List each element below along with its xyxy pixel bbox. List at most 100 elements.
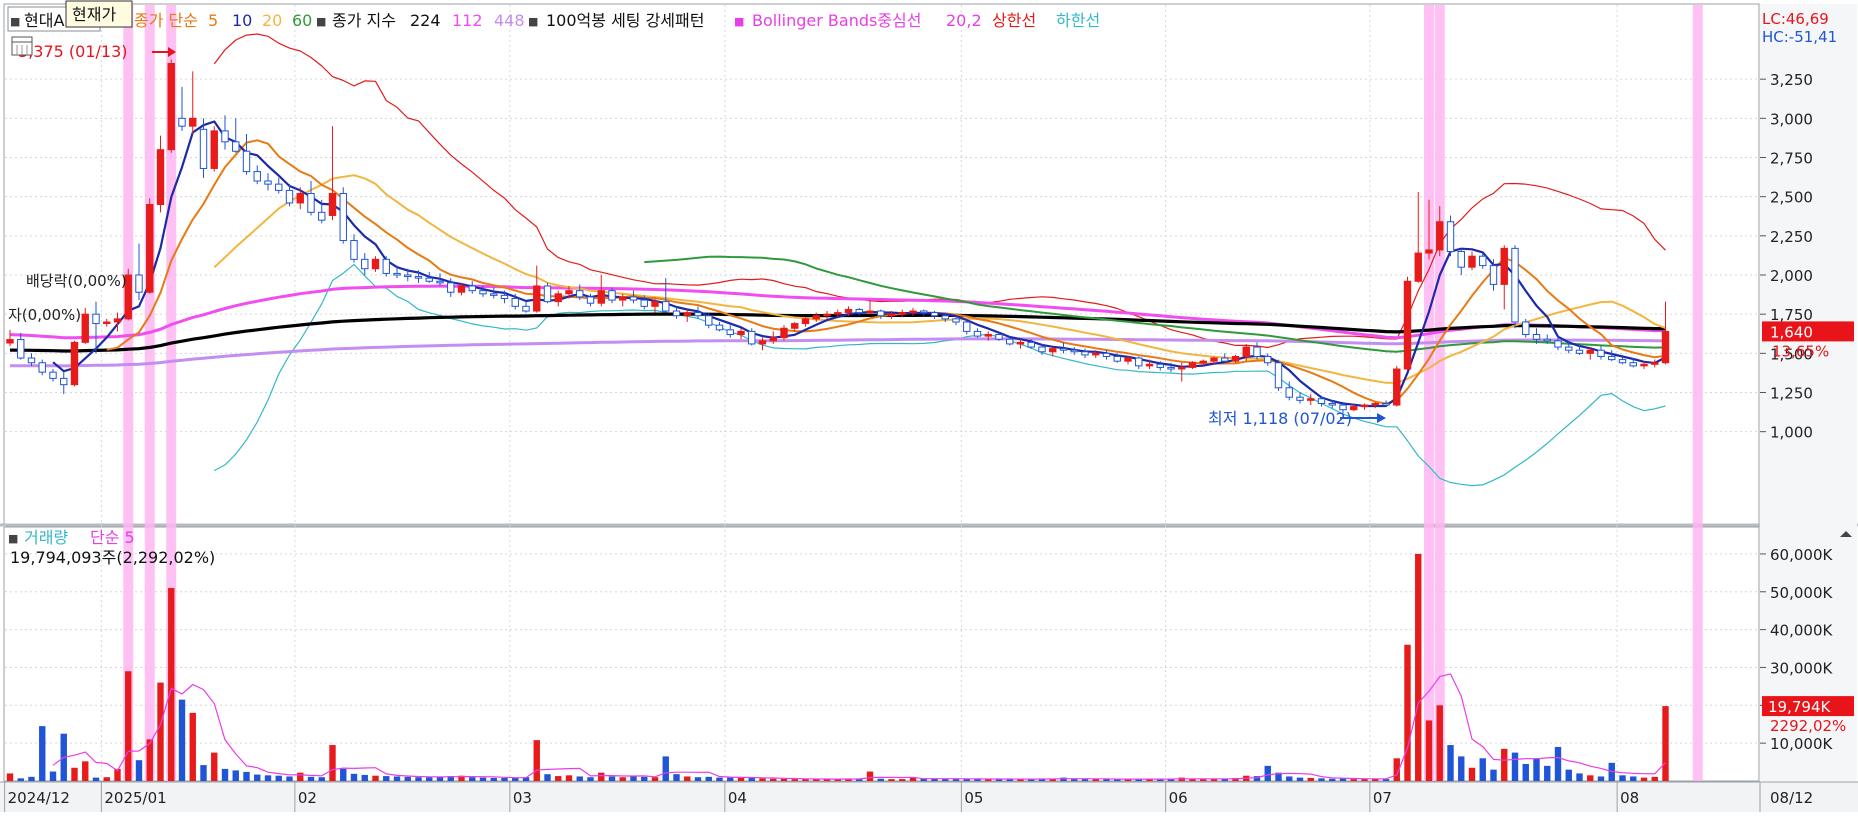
candle-body bbox=[651, 301, 659, 307]
current-volume-tag: 19,794K 2292,02% bbox=[1762, 696, 1854, 735]
volume-bar bbox=[82, 761, 89, 781]
candle-body bbox=[1178, 366, 1186, 370]
volume-bar bbox=[103, 777, 110, 781]
volume-bar bbox=[307, 776, 315, 781]
stock-chart[interactable]: 3,2503,0002,7502,5002,2502,0001,7501,500… bbox=[0, 0, 1858, 812]
candle-body bbox=[500, 294, 509, 300]
volume-tick-label: 60,000K bbox=[1770, 546, 1833, 564]
volume-bar bbox=[565, 775, 573, 781]
tooltip-text: 현재가 bbox=[72, 5, 116, 24]
volume-bar bbox=[1447, 745, 1454, 781]
candle-body bbox=[436, 280, 444, 284]
candle-body bbox=[1285, 387, 1293, 398]
candle-body bbox=[1446, 221, 1455, 253]
volume-bar bbox=[780, 778, 788, 781]
legend-square-2: ■ bbox=[316, 15, 326, 28]
candle-body bbox=[1274, 362, 1283, 389]
volume-bar bbox=[899, 779, 906, 781]
volume-bar bbox=[329, 745, 336, 781]
volume-bar bbox=[1565, 769, 1572, 781]
candle-body bbox=[565, 290, 573, 295]
volume-bar bbox=[6, 773, 14, 781]
candle-body bbox=[1479, 255, 1487, 267]
candle-body bbox=[791, 323, 799, 329]
volume-bar bbox=[286, 776, 293, 781]
volume-bar bbox=[200, 765, 207, 781]
volume-bar bbox=[770, 778, 777, 781]
volume-bar bbox=[1501, 748, 1508, 781]
candle-body bbox=[425, 277, 433, 282]
candle-body bbox=[1661, 330, 1670, 364]
volume-bar bbox=[28, 776, 35, 781]
candle-body bbox=[619, 296, 627, 301]
candle-body bbox=[1328, 402, 1336, 406]
volume-bar bbox=[1296, 777, 1304, 781]
candle-body bbox=[554, 293, 562, 303]
volume-bar bbox=[576, 776, 583, 781]
candle-body bbox=[1360, 404, 1369, 408]
ma-60-label: 60 bbox=[292, 11, 312, 30]
candle-body bbox=[672, 310, 681, 317]
candle-body bbox=[1296, 396, 1304, 401]
volume-bar bbox=[469, 777, 476, 781]
candle-body bbox=[1457, 251, 1465, 268]
volume-bar bbox=[49, 771, 57, 781]
volume-bar bbox=[1361, 779, 1368, 781]
volume-bar bbox=[1081, 779, 1089, 781]
candle-body bbox=[1414, 252, 1422, 282]
candle-body bbox=[49, 371, 57, 379]
candle-body bbox=[264, 180, 272, 185]
volume-bar bbox=[318, 777, 325, 781]
volume-tick-label: 40,000K bbox=[1770, 622, 1833, 640]
volume-legend-square: ■ bbox=[8, 532, 18, 545]
signal-highlight-band bbox=[1424, 5, 1434, 781]
candle-body bbox=[1253, 346, 1261, 357]
volume-label: 거래량 bbox=[24, 528, 68, 547]
candle-body bbox=[1586, 349, 1594, 354]
volume-bar bbox=[39, 726, 46, 781]
candle-body bbox=[167, 63, 175, 151]
bb-upper-label: 상한선 bbox=[992, 11, 1036, 30]
candle-body bbox=[339, 193, 347, 242]
candle-body bbox=[726, 329, 734, 336]
volume-bar bbox=[1490, 769, 1497, 781]
candle-body bbox=[221, 130, 229, 143]
candle-body bbox=[597, 290, 605, 304]
price-tick-label: 3,250 bbox=[1770, 71, 1813, 89]
candle-body bbox=[414, 276, 423, 279]
candle-body bbox=[1307, 398, 1315, 401]
volume-bar bbox=[1597, 776, 1605, 781]
candle-body bbox=[242, 150, 251, 173]
volume-bar bbox=[587, 777, 594, 781]
candle-body bbox=[1135, 357, 1143, 367]
volume-bar bbox=[221, 768, 229, 781]
candle-body bbox=[92, 313, 100, 325]
stock-chart-window: 3,250 3,000 2,750 2,500 2,250 2,000 1,750 1,500… bbox=[0, 0, 1858, 812]
candle-body bbox=[1188, 362, 1197, 368]
candle-body bbox=[543, 285, 552, 303]
price-tick-label: 2,750 bbox=[1770, 150, 1813, 168]
candle-body bbox=[253, 171, 261, 182]
candle-body bbox=[1640, 363, 1648, 367]
candle-body bbox=[81, 313, 89, 343]
candle-body bbox=[103, 321, 111, 325]
ma-448-label: 448 bbox=[494, 11, 525, 30]
volume-bar bbox=[1468, 767, 1476, 781]
bb-lower-label: 하한선 bbox=[1056, 11, 1100, 30]
candle-body bbox=[1393, 368, 1401, 406]
volume-bar bbox=[727, 777, 734, 781]
candle-body bbox=[490, 293, 498, 296]
candle-body bbox=[640, 299, 648, 307]
volume-bar bbox=[1479, 758, 1486, 781]
volume-bar bbox=[1404, 644, 1411, 781]
candle-body bbox=[404, 274, 412, 278]
volume-bar bbox=[759, 778, 766, 781]
volume-bar bbox=[17, 778, 24, 781]
volume-bar bbox=[490, 777, 497, 781]
date-label: 08 bbox=[1620, 789, 1639, 807]
volume-bar bbox=[1662, 706, 1669, 781]
volume-ma-label: 단순 5 bbox=[90, 528, 135, 547]
volume-bar bbox=[178, 699, 186, 781]
candle-body bbox=[189, 117, 197, 127]
rights-annotation: 자(0,00%) bbox=[8, 306, 81, 324]
